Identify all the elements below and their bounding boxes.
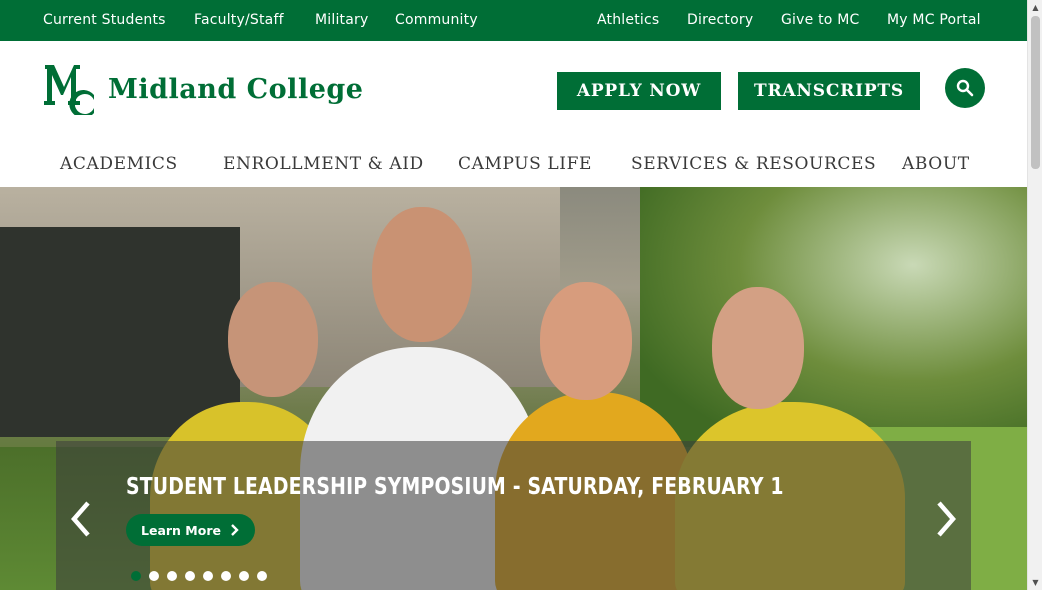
transcripts-button[interactable]: TRANSCRIPTS: [738, 72, 920, 110]
utility-link-directory[interactable]: Directory: [687, 12, 753, 28]
slide-dot[interactable]: [185, 571, 195, 581]
hero-carousel: STUDENT LEADERSHIP SYMPOSIUM - SATURDAY,…: [0, 187, 1027, 590]
utility-bar: Current Students Faculty/Staff Military …: [0, 0, 1027, 41]
hero-photo-window: [0, 227, 240, 437]
nav-academics[interactable]: ACADEMICS: [60, 154, 178, 174]
utility-link-community[interactable]: Community: [395, 12, 478, 28]
slide-dot[interactable]: [131, 571, 141, 581]
slide-dot[interactable]: [149, 571, 159, 581]
slide-dot[interactable]: [239, 571, 249, 581]
slide-dot[interactable]: [167, 571, 177, 581]
learn-more-button[interactable]: Learn More: [126, 514, 255, 546]
nav-enrollment-aid[interactable]: ENROLLMENT & AID: [223, 154, 424, 174]
utility-link-portal[interactable]: My MC Portal: [887, 12, 981, 28]
site-header: Midland College APPLY NOW TRANSCRIPTS AC…: [0, 41, 1027, 187]
site-logo[interactable]: Midland College: [42, 61, 364, 118]
apply-now-button[interactable]: APPLY NOW: [557, 72, 721, 110]
arrow-left-icon: [71, 501, 90, 537]
nav-about[interactable]: ABOUT: [902, 154, 970, 174]
logo-wordmark: Midland College: [108, 74, 364, 105]
scroll-up-arrow-icon[interactable]: ▲: [1031, 3, 1040, 12]
learn-more-label: Learn More: [141, 522, 221, 538]
arrow-right-icon: [937, 501, 956, 537]
utility-link-military[interactable]: Military: [315, 12, 368, 28]
chevron-right-icon: [231, 524, 239, 536]
slide-dots: [131, 571, 267, 581]
prev-slide-button[interactable]: [60, 494, 100, 544]
page-scrollbar[interactable]: ▲ ▼: [1027, 0, 1042, 590]
nav-campus-life[interactable]: CAMPUS LIFE: [458, 154, 592, 174]
slide-dot[interactable]: [221, 571, 231, 581]
utility-link-faculty-staff[interactable]: Faculty/Staff: [194, 12, 284, 28]
scrollbar-thumb[interactable]: [1031, 16, 1040, 169]
slide-dot[interactable]: [203, 571, 213, 581]
utility-link-current-students[interactable]: Current Students: [43, 12, 166, 28]
utility-link-athletics[interactable]: Athletics: [597, 12, 659, 28]
search-button[interactable]: [945, 68, 985, 108]
next-slide-button[interactable]: [927, 494, 967, 544]
utility-link-give[interactable]: Give to MC: [781, 12, 859, 28]
nav-services-resources[interactable]: SERVICES & RESOURCES: [631, 154, 876, 174]
slide-dot[interactable]: [257, 571, 267, 581]
mc-monogram-icon: [44, 65, 94, 118]
slide-title: STUDENT LEADERSHIP SYMPOSIUM - SATURDAY,…: [126, 474, 784, 500]
search-icon: [956, 79, 974, 97]
slide-caption: STUDENT LEADERSHIP SYMPOSIUM - SATURDAY,…: [56, 441, 971, 590]
scroll-down-arrow-icon[interactable]: ▼: [1031, 578, 1040, 587]
